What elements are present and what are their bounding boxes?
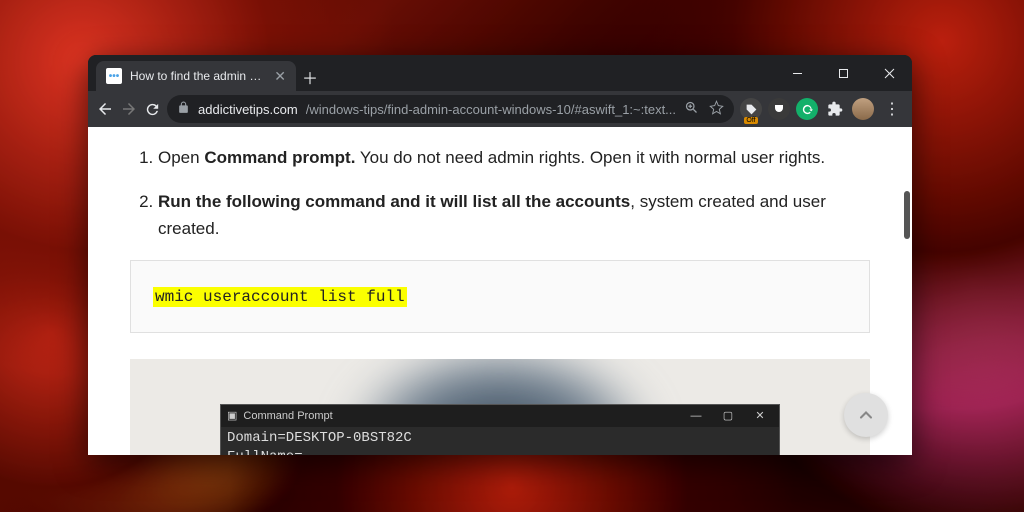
cmd-line: FullName= [227,448,773,455]
url-path: /windows-tips/find-admin-account-windows… [306,102,676,117]
cmd-minimize-icon[interactable]: — [683,408,709,425]
reload-button[interactable] [144,95,161,123]
extension-grammarly-icon[interactable] [796,98,818,120]
forward-button[interactable] [120,95,138,123]
browser-window: ••• How to find the admin account o ✕ ＋ … [88,55,912,455]
menu-button[interactable]: ⋮ [880,99,904,119]
scroll-to-top-button[interactable] [844,393,888,437]
cmd-title-text: Command Prompt [243,408,332,425]
close-window-button[interactable] [866,55,912,91]
favicon-icon: ••• [106,68,122,84]
extensions: ⋮ [740,98,904,120]
cmd-line: Domain=DESKTOP-0BST82C [227,429,773,447]
cmd-maximize-icon[interactable]: ▢ [715,408,741,425]
cmd-window: ▣ Command Prompt — ▢ ✕ Domain=DESKTOP-0B… [220,404,780,455]
maximize-button[interactable] [820,55,866,91]
browser-tab[interactable]: ••• How to find the admin account o ✕ [96,61,296,91]
zoom-icon[interactable] [684,100,699,118]
toolbar: addictivetips.com/windows-tips/find-admi… [88,91,912,127]
url-domain: addictivetips.com [198,102,298,117]
cmd-titlebar: ▣ Command Prompt — ▢ ✕ [221,405,779,427]
article-screenshot: ▣ Command Prompt — ▢ ✕ Domain=DESKTOP-0B… [130,359,870,455]
code-text: wmic useraccount list full [153,287,407,307]
cmd-icon: ▣ [227,408,237,425]
extension-pocket-icon[interactable] [768,98,790,120]
code-block: wmic useraccount list full [130,260,870,333]
extensions-puzzle-icon[interactable] [824,98,846,120]
minimize-button[interactable] [774,55,820,91]
back-button[interactable] [96,95,114,123]
cmd-close-icon[interactable]: ✕ [747,408,773,425]
window-controls [774,55,912,91]
tab-close-icon[interactable]: ✕ [274,68,286,85]
list-item: Run the following command and it will li… [158,189,870,242]
list-item: Open Command prompt. You do not need adm… [158,145,870,171]
instruction-list: Open Command prompt. You do not need adm… [130,145,870,242]
titlebar: ••• How to find the admin account o ✕ ＋ [88,55,912,91]
extension-tag-icon[interactable] [740,98,762,120]
profile-avatar[interactable] [852,98,874,120]
scrollbar-thumb[interactable] [904,191,910,239]
bookmark-star-icon[interactable] [709,100,724,118]
lock-icon [177,101,190,117]
new-tab-button[interactable]: ＋ [296,63,324,91]
cmd-output: Domain=DESKTOP-0BST82C FullName= [221,427,779,455]
address-bar[interactable]: addictivetips.com/windows-tips/find-admi… [167,95,734,123]
tab-title: How to find the admin account o [130,69,266,83]
page-content: Open Command prompt. You do not need adm… [88,127,912,455]
